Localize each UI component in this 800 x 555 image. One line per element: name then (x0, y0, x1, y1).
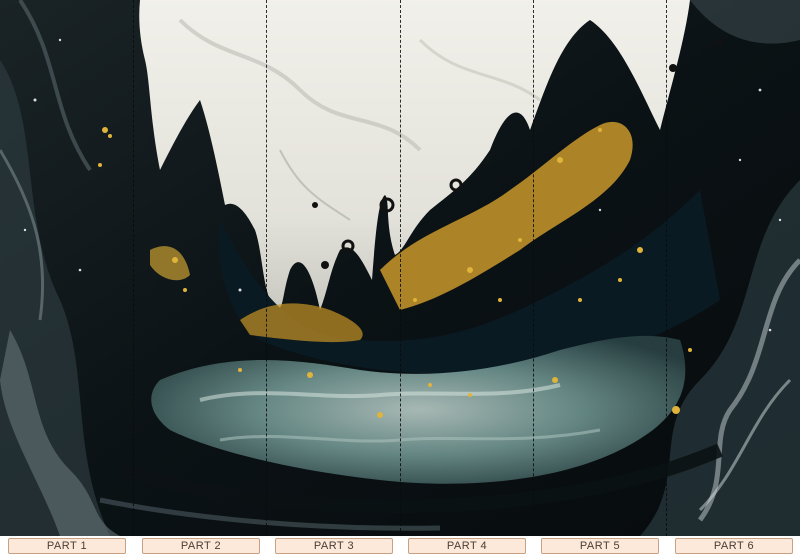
panel-divider (400, 0, 401, 536)
panel-label-strip: PART 1 PART 2 PART 3 PART 4 PART 5 PART … (0, 536, 800, 555)
panel-label-part-5: PART 5 (541, 538, 659, 554)
drip-dot (669, 64, 677, 72)
panel-label-part-6: PART 6 (675, 538, 793, 554)
drip-dot (321, 261, 329, 269)
drip-dot (717, 39, 723, 45)
panel-divider (666, 0, 667, 536)
panel-label-part-4: PART 4 (408, 538, 526, 554)
drip-dot (312, 202, 318, 208)
panel-label-part-2: PART 2 (142, 538, 260, 554)
panel-divider (133, 0, 134, 536)
panel-label-part-3: PART 3 (275, 538, 393, 554)
panel-divider (533, 0, 534, 536)
panel-label-part-1: PART 1 (8, 538, 126, 554)
wallpaper-preview: PART 1 PART 2 PART 3 PART 4 PART 5 PART … (0, 0, 800, 555)
panel-divider (266, 0, 267, 536)
